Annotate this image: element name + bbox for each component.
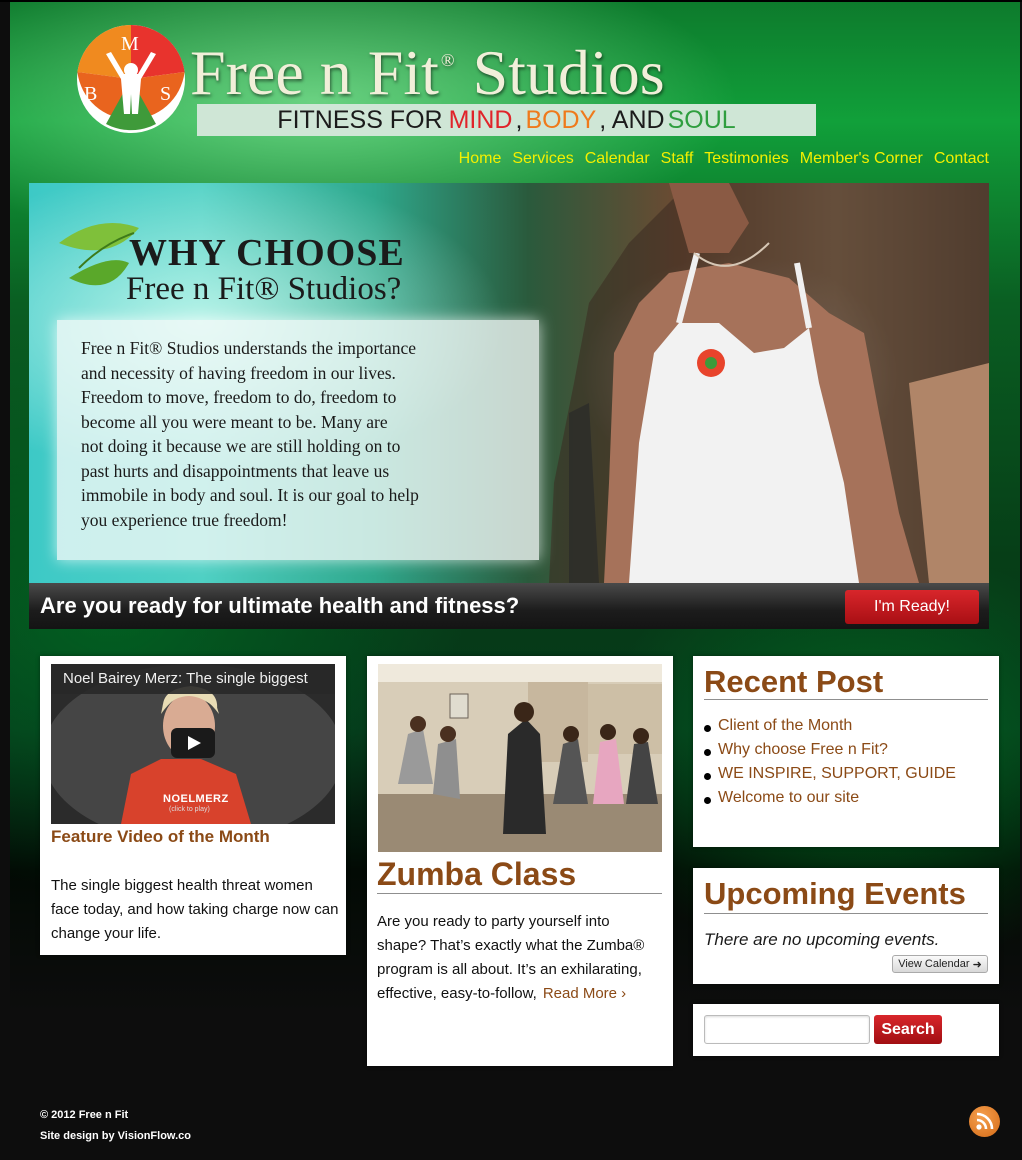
tagline: FITNESS FOR MIND, BODY, AND SOUL (197, 104, 816, 136)
tagline-soul: SOUL (667, 105, 736, 134)
nav-calendar[interactable]: Calendar (585, 150, 650, 168)
recent-post-heading: Recent Post (704, 664, 884, 699)
hero-subtitle: Free n Fit® Studios? (126, 271, 402, 307)
search-button[interactable]: Search (874, 1015, 942, 1044)
logo-icon[interactable]: M B S (76, 24, 186, 134)
cta-question: Are you ready for ultimate health and fi… (40, 593, 520, 618)
upcoming-events-widget: Upcoming Events There are no upcoming ev… (693, 868, 999, 984)
top-border (0, 0, 1022, 2)
page: M B S Free n Fit ® Studios FITNESS FOR MIN… (0, 0, 1022, 1160)
logo-letter-b: B (84, 83, 97, 105)
video-watermark-hint: (click to play) (169, 806, 210, 813)
zumba-photo[interactable] (378, 664, 662, 852)
site-title-part1: Free n Fit (190, 37, 439, 108)
site-title-part2: Studios (472, 37, 665, 108)
hero-title: WHY CHOOSE (129, 232, 405, 274)
tagline-prefix: FITNESS FOR (277, 105, 443, 134)
zumba-text-block: Are you ready to party yourself into sha… (377, 910, 662, 1006)
recent-post-item[interactable]: Client of the Month (704, 717, 956, 741)
hero-line: not doing it because we are still holdin… (81, 436, 401, 456)
footer-credit[interactable]: Site design by VisionFlow.co (40, 1130, 191, 1142)
video-watermark: NOELMERZ (163, 793, 229, 805)
feature-video-text: The single biggest health threat women f… (51, 877, 339, 942)
play-icon[interactable] (171, 728, 215, 758)
tagline-sep1: , (515, 105, 523, 134)
upcoming-events-heading: Upcoming Events (704, 876, 966, 911)
upcoming-events-divider (704, 913, 988, 914)
registered-mark: ® (440, 50, 455, 70)
hero-line: Free n Fit® Studios understands the impo… (81, 338, 417, 358)
view-calendar-button[interactable]: View Calendar ➜ (892, 955, 988, 973)
logo-letter-m: M (121, 33, 139, 55)
im-ready-button[interactable]: I'm Ready! (845, 590, 979, 624)
hero-line: immobile in body and soul. It is our goa… (81, 485, 419, 505)
nav-members-corner[interactable]: Member's Corner (800, 150, 923, 168)
zumba-card: Zumba Class Are you ready to party yours… (367, 656, 673, 1066)
read-more-link[interactable]: Read More › (543, 985, 626, 1002)
search-widget: Search (693, 1004, 999, 1056)
zumba-divider (377, 893, 662, 894)
feature-video-card: Noel Bairey Merz: The single biggest NOE… (40, 656, 346, 955)
arrow-right-icon: ➜ (972, 958, 982, 971)
main-nav: Home Services Calendar Staff Testimonies… (459, 150, 989, 168)
logo-letter-s: S (160, 83, 171, 105)
tagline-mind: MIND (448, 105, 513, 134)
nav-staff[interactable]: Staff (661, 150, 694, 168)
hero-line: Freedom to move, freedom to do, freedom … (81, 387, 397, 407)
recent-post-divider (704, 699, 988, 700)
hero-line: and necessity of having freedom in our l… (81, 362, 396, 383)
recent-post-list: Client of the Month Why choose Free n Fi… (704, 717, 956, 813)
nav-contact[interactable]: Contact (934, 150, 989, 168)
view-calendar-label: View Calendar (898, 958, 970, 970)
hero-banner: WHY CHOOSE Free n Fit® Studios? Free n F… (29, 183, 989, 583)
nav-testimonies[interactable]: Testimonies (704, 150, 788, 168)
zumba-photo-image (378, 664, 662, 852)
zumba-heading[interactable]: Zumba Class (377, 856, 576, 893)
tagline-sep2: , AND (599, 105, 665, 134)
recent-post-item[interactable]: Why choose Free n Fit? (704, 741, 956, 765)
site-title[interactable]: Free n Fit ® Studios (190, 36, 665, 110)
hero-line: you experience true freedom! (81, 509, 288, 530)
recent-post-item[interactable]: WE INSPIRE, SUPPORT, GUIDE (704, 765, 956, 789)
rss-icon[interactable] (969, 1106, 1000, 1137)
recent-post-item[interactable]: Welcome to our site (704, 789, 956, 813)
video-title: Noel Bairey Merz: The single biggest (51, 664, 335, 694)
hero-body: Free n Fit® Studios understands the impo… (81, 336, 531, 532)
recent-post-widget: Recent Post Client of the Month Why choo… (693, 656, 999, 847)
tagline-body: BODY (525, 105, 597, 134)
hero-line: become all you were meant to be. Many ar… (81, 411, 388, 432)
nav-services[interactable]: Services (512, 150, 573, 168)
nav-home[interactable]: Home (459, 150, 502, 168)
footer-copyright: © 2012 Free n Fit (40, 1109, 129, 1121)
feature-video-heading[interactable]: Feature Video of the Month (51, 827, 270, 847)
cta-bar: Are you ready for ultimate health and fi… (29, 583, 989, 629)
hero-line: past hurts and disappointments that leav… (81, 460, 390, 481)
no-events-text: There are no upcoming events. (704, 930, 940, 949)
video-player[interactable]: Noel Bairey Merz: The single biggest NOE… (51, 664, 335, 824)
search-input[interactable] (704, 1015, 870, 1044)
